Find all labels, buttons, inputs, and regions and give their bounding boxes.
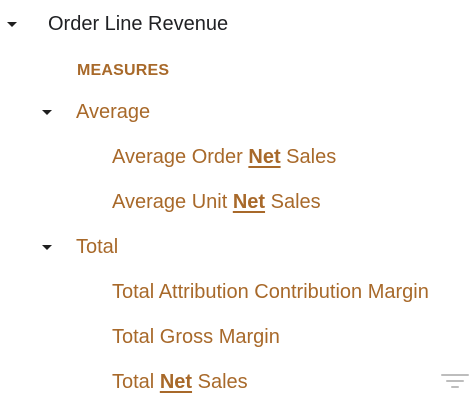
tree-group-average[interactable]: Average — [0, 95, 470, 129]
section-label: MEASURES — [77, 62, 170, 79]
field-label-text: Total — [112, 370, 160, 393]
field-item-total-gross-margin[interactable]: Total Gross Margin — [0, 320, 470, 354]
search-match-highlight: Net — [159, 370, 193, 393]
field-label-text: Average Order — [112, 145, 249, 168]
search-match-highlight: Net — [232, 190, 266, 213]
view-label: Order Line Revenue — [48, 12, 229, 35]
caret-down-icon[interactable] — [42, 110, 52, 115]
field-label-text: Sales — [280, 145, 337, 168]
filter-icon[interactable] — [441, 372, 469, 390]
field-label: Average Unit Net Sales — [112, 191, 321, 214]
field-label: Total Net Sales — [112, 371, 248, 394]
tree-item-order-line-revenue[interactable]: Order Line Revenue — [0, 7, 470, 41]
field-label-text: Average Unit — [112, 190, 233, 213]
field-label-text: Sales — [265, 190, 321, 213]
caret-down-icon[interactable] — [7, 22, 17, 27]
search-match-highlight: Net — [248, 145, 281, 168]
field-label: Total Attribution Contribution Margin — [112, 280, 429, 303]
field-item-average-unit-net-sales[interactable]: Average Unit Net Sales — [0, 185, 470, 219]
section-header-measures: MEASURES — [0, 54, 470, 88]
group-label: Average — [76, 100, 151, 123]
field-label: Total Gross Margin — [112, 325, 280, 348]
field-item-average-order-net-sales[interactable]: Average Order Net Sales — [0, 140, 470, 174]
field-picker-tree: Order Line Revenue MEASURES Average Aver… — [0, 0, 470, 420]
tree-group-total[interactable]: Total — [0, 230, 470, 264]
group-label: Total — [76, 235, 119, 258]
caret-down-icon[interactable] — [42, 245, 52, 250]
field-item-total-net-sales[interactable]: Total Net Sales — [0, 365, 470, 399]
field-item-total-attribution-contribution-margin[interactable]: Total Attribution Contribution Margin — [0, 275, 470, 309]
field-label: Average Order Net Sales — [112, 146, 336, 169]
field-label-text: Sales — [192, 370, 248, 393]
